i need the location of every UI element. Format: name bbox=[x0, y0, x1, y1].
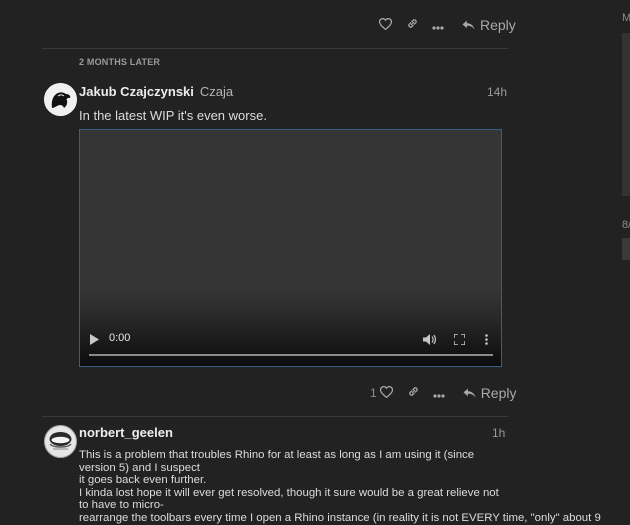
post-date[interactable]: 14h bbox=[487, 85, 507, 99]
avatar-image bbox=[44, 83, 77, 116]
link-icon[interactable] bbox=[406, 17, 419, 33]
timeline-scroll-track[interactable] bbox=[622, 33, 630, 196]
full-name: Czaja bbox=[199, 84, 234, 99]
fullscreen-icon[interactable] bbox=[453, 333, 466, 348]
username-link[interactable]: Jakub Czajczynski bbox=[79, 84, 194, 99]
reply-button[interactable]: Reply bbox=[463, 385, 517, 401]
timeline-handle[interactable] bbox=[622, 238, 630, 260]
video-player[interactable]: 0:00 bbox=[79, 129, 502, 367]
reply-label: Reply bbox=[480, 385, 517, 401]
divider bbox=[42, 48, 508, 49]
video-menu-icon[interactable] bbox=[485, 333, 488, 348]
video-progress-bar[interactable] bbox=[89, 354, 493, 356]
heart-icon[interactable] bbox=[378, 17, 393, 33]
avatar[interactable] bbox=[44, 425, 77, 458]
post-body: This is a problem that troubles Rhino fo… bbox=[79, 449, 601, 525]
time-gap-label: 2 MONTHS LATER bbox=[79, 57, 161, 67]
play-icon[interactable] bbox=[90, 333, 99, 348]
username-link[interactable]: norbert_geelen bbox=[79, 425, 173, 440]
post-line: This is a problem that troubles Rhino fo… bbox=[79, 449, 475, 474]
reply-icon bbox=[462, 20, 475, 30]
like-count[interactable]: 1 bbox=[370, 386, 377, 400]
video-time: 0:00 bbox=[109, 332, 131, 344]
reply-label: Reply bbox=[480, 17, 516, 33]
avatar[interactable] bbox=[44, 83, 77, 116]
avatar-image bbox=[44, 425, 77, 458]
post-author: Jakub Czajczynski Czaja bbox=[79, 84, 233, 99]
post-actions-top: Reply bbox=[378, 17, 516, 33]
timeline-top-label[interactable]: M bbox=[622, 12, 630, 24]
post-date[interactable]: 1h bbox=[492, 426, 505, 440]
reply-icon bbox=[463, 388, 476, 398]
timeline-date-label: 8/ bbox=[622, 219, 630, 231]
post-line: I kinda lost hope it will ever get resol… bbox=[79, 486, 499, 512]
divider bbox=[42, 416, 508, 417]
post-line: it goes back even further. bbox=[79, 474, 207, 487]
more-options-icon[interactable] bbox=[433, 386, 445, 401]
post-line: rearrange the toolbars every time I open… bbox=[79, 511, 601, 524]
more-options-icon[interactable] bbox=[432, 18, 444, 33]
reply-button[interactable]: Reply bbox=[462, 17, 516, 33]
post-author: norbert_geelen bbox=[79, 425, 173, 440]
link-icon[interactable] bbox=[407, 385, 420, 401]
volume-icon[interactable] bbox=[423, 333, 437, 348]
heart-icon[interactable] bbox=[379, 385, 393, 401]
post-body: In the latest WIP it's even worse. bbox=[79, 108, 267, 123]
post-actions: 1 Reply bbox=[370, 385, 516, 401]
